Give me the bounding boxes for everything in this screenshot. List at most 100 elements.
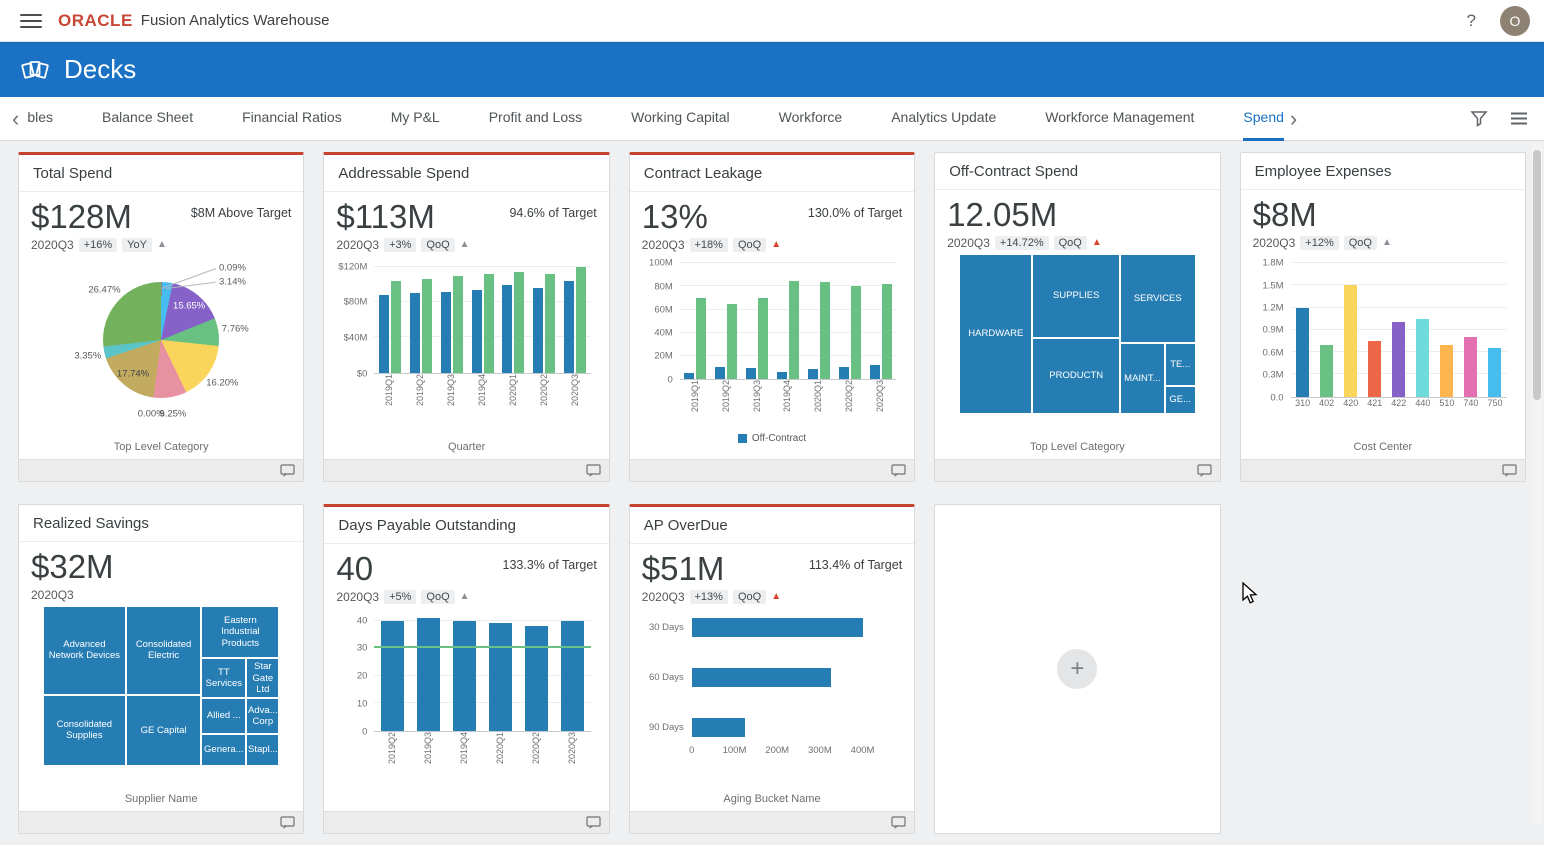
group	[1392, 256, 1405, 397]
bar	[851, 286, 861, 378]
legend-item: Off-Contract	[738, 433, 806, 444]
vert: 2019Q4	[460, 732, 469, 764]
card-body: 12.05M 2020Q3 +14.72% QoQ ▲ HARDWARESUPP…	[935, 190, 1219, 459]
tab-my-pl[interactable]: My P&L	[391, 97, 440, 141]
group	[1488, 256, 1501, 397]
tile: HARDWARE	[959, 254, 1032, 414]
vertical-scrollbar[interactable]	[1532, 144, 1542, 824]
annotation-icon[interactable]	[1502, 464, 1517, 477]
help-icon[interactable]: ?	[1467, 11, 1476, 31]
scrollbar-thumb[interactable]	[1533, 150, 1541, 400]
card-realized-savings[interactable]: Realized Savings $32M 2020Q3 Advanced Ne…	[18, 504, 304, 834]
bar	[422, 279, 432, 373]
annotation-icon[interactable]	[891, 464, 906, 477]
kpi-basis-badge: QoQ	[1344, 236, 1377, 250]
kpi-change-badge: +18%	[690, 238, 728, 252]
ytick: $0	[357, 368, 368, 379]
bar	[545, 274, 555, 373]
annotation-icon[interactable]	[1197, 464, 1212, 477]
kpi-basis-badge: QoQ	[733, 238, 766, 252]
xtick: 2020Q3	[555, 732, 591, 780]
annotation-icon[interactable]	[891, 816, 906, 829]
group	[472, 258, 494, 373]
x-axis-title: Top Level Category	[31, 437, 291, 459]
card-footer	[630, 459, 914, 481]
kpi-period: 2020Q3	[31, 588, 74, 602]
xtick: 2019Q4	[773, 380, 804, 428]
add-card-button[interactable]: +	[1057, 649, 1097, 689]
group	[533, 258, 555, 373]
hxtick: 400M	[851, 745, 875, 756]
bar	[1368, 341, 1381, 397]
kpi-target-text: 113.4% of Target	[809, 558, 902, 604]
ytick: $120M	[338, 261, 367, 272]
bar	[381, 621, 404, 731]
groups	[374, 610, 590, 731]
contract-leakage-bar-chart: 100M80M60M40M20M02019Q12019Q22019Q32019Q…	[642, 258, 902, 444]
tab-profit-and-loss[interactable]: Profit and Loss	[489, 97, 582, 141]
tab-financial-ratios[interactable]: Financial Ratios	[242, 97, 342, 141]
tile: Stapl...	[246, 734, 279, 766]
bar	[696, 298, 706, 379]
card-addressable-spend[interactable]: Addressable Spend $113M 2020Q3 +3% QoQ ▲…	[323, 152, 609, 482]
annotation-icon[interactable]	[280, 464, 295, 477]
tab-truncated[interactable]: bles	[27, 97, 53, 141]
tab-spend[interactable]: Spend	[1243, 97, 1283, 141]
ytick: 0.3M	[1262, 370, 1283, 381]
vc-bottom: 2019Q22019Q32019Q42020Q12020Q22020Q3	[336, 732, 596, 780]
card-body: $51M 2020Q3 +13% QoQ ▲ 113.4% of Target …	[630, 544, 914, 811]
page-title: Decks	[64, 54, 136, 85]
filter-icon[interactable]	[1470, 110, 1488, 127]
bar	[525, 626, 548, 731]
bar	[808, 369, 818, 378]
ytick: 10	[357, 698, 368, 709]
tab-analytics-update[interactable]: Analytics Update	[891, 97, 996, 141]
xtick: 2019Q4	[447, 732, 483, 780]
plot	[1291, 256, 1507, 398]
card-body: $32M 2020Q3 Advanced Network DevicesCons…	[19, 542, 303, 811]
tab-working-capital[interactable]: Working Capital	[631, 97, 730, 141]
annotation-icon[interactable]	[586, 816, 601, 829]
card-off-contract-spend[interactable]: Off-Contract Spend 12.05M 2020Q3 +14.72%…	[934, 152, 1220, 482]
pie-label: 0.09%	[219, 262, 246, 273]
off-contract-treemap-chart: HARDWARESUPPLIESSERVICESPRODUCTNMAINT...…	[959, 254, 1195, 414]
xtick: 440	[1411, 398, 1435, 408]
deck-list-icon[interactable]	[1510, 111, 1528, 126]
tile: Adva... Corp	[246, 698, 279, 733]
tab-workforce[interactable]: Workforce	[779, 97, 843, 141]
annotation-icon[interactable]	[586, 464, 601, 477]
card-contract-leakage[interactable]: Contract Leakage 13% 2020Q3 +18% QoQ ▲ 1…	[629, 152, 915, 482]
bar	[789, 281, 799, 379]
annotation-icon[interactable]	[280, 816, 295, 829]
card-days-payable-outstanding[interactable]: Days Payable Outstanding 40 2020Q3 +5% Q…	[323, 504, 609, 834]
vc-bottom: 2019Q12019Q22019Q32019Q42020Q12020Q22020…	[336, 374, 596, 422]
hlabel: 60 Days	[642, 672, 692, 683]
card-employee-expenses[interactable]: Employee Expenses $8M 2020Q3 +12% QoQ ▲ …	[1240, 152, 1526, 482]
bar	[820, 282, 830, 379]
card-total-spend[interactable]: Total Spend $128M 2020Q3 +16% YoY ▲ $8M …	[18, 152, 304, 482]
kpi-period: 2020Q3	[947, 236, 990, 250]
swatch	[738, 434, 747, 443]
avatar[interactable]: O	[1500, 6, 1530, 36]
bar	[1416, 319, 1429, 397]
bar	[1392, 322, 1405, 396]
tab-workforce-management[interactable]: Workforce Management	[1045, 97, 1194, 141]
employee-expenses-bar-chart: 1.8M1.5M1.2M0.9M0.6M0.3M0.03104024204214…	[1253, 256, 1513, 408]
tab-balance-sheet[interactable]: Balance Sheet	[102, 97, 193, 141]
card-ap-overdue[interactable]: AP OverDue $51M 2020Q3 +13% QoQ ▲ 113.4%…	[629, 504, 915, 834]
group	[1344, 256, 1357, 397]
hxtick: 100M	[723, 745, 747, 756]
group	[684, 258, 706, 379]
tabs-scroll-right-icon[interactable]: ›	[1284, 99, 1303, 139]
hamburger-menu-icon[interactable]	[20, 14, 42, 28]
xtick: 2019Q3	[436, 374, 467, 422]
bar	[472, 290, 482, 373]
tabs-scroll-left-icon[interactable]: ‹	[6, 99, 25, 139]
ytick: 0	[362, 726, 367, 737]
vert: 2020Q1	[509, 374, 518, 406]
group	[1296, 256, 1309, 397]
kpi-basis-badge: QoQ	[421, 238, 454, 252]
kpi-basis-badge: QoQ	[421, 590, 454, 604]
hrow: 90 Days	[642, 718, 902, 737]
ytick: 20	[357, 671, 368, 682]
